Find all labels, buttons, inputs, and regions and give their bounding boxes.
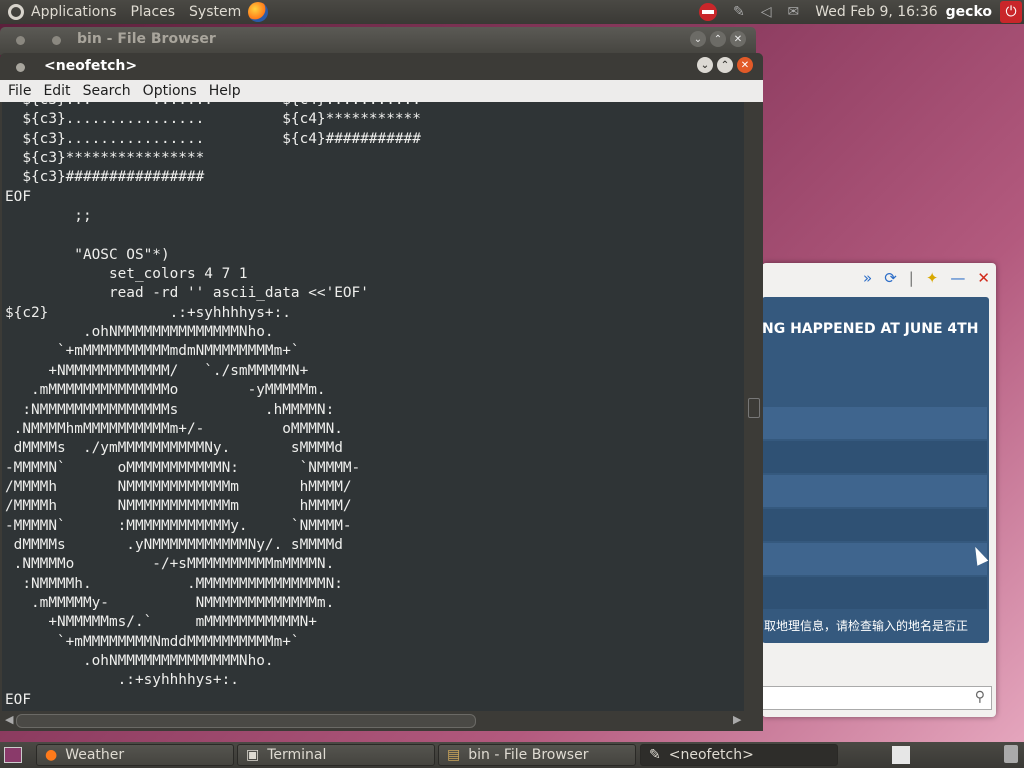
- task-neofetch[interactable]: ✎ <neofetch>: [640, 744, 838, 766]
- weather-content: NG HAPPENED AT JUNE 4TH 取地理信息，请检查输入的地名是否…: [762, 297, 989, 643]
- trash-icon[interactable]: [1004, 745, 1018, 763]
- close-icon[interactable]: ✕: [977, 269, 990, 287]
- more-icon[interactable]: »: [863, 269, 872, 287]
- horizontal-scrollbar[interactable]: ◀ ▶: [2, 711, 744, 730]
- window-menu-icon[interactable]: [16, 63, 25, 72]
- system-tray: ✎ ◁ ✉ Wed Feb 9, 16:36 gecko ⏻: [691, 0, 1024, 24]
- power-icon[interactable]: ⏻: [1000, 1, 1022, 23]
- list-item[interactable]: [762, 577, 987, 609]
- top-panel: Applications Places System ✎ ◁ ✉ Wed Feb…: [0, 0, 1024, 24]
- terminal-window: <neofetch> ⌄ ⌃ ✕ File Edit Search Option…: [0, 53, 763, 731]
- mail-icon[interactable]: ✉: [788, 4, 800, 20]
- menu-places[interactable]: Places: [124, 4, 183, 20]
- weather-message: 取地理信息，请检查输入的地名是否正: [764, 619, 969, 633]
- scroll-left-icon[interactable]: ◀: [5, 713, 13, 726]
- maximize-button[interactable]: ⌃: [710, 31, 726, 47]
- terminal-icon: ▣: [246, 747, 260, 763]
- firefox-launcher-icon[interactable]: [248, 2, 269, 22]
- no-entry-icon[interactable]: [699, 3, 717, 21]
- vertical-scrollbar[interactable]: [745, 102, 762, 711]
- pin-icon[interactable]: ✦: [926, 269, 939, 287]
- menu-help[interactable]: Help: [201, 83, 245, 99]
- task-file-browser[interactable]: ▤ bin - File Browser: [438, 744, 636, 766]
- list-item[interactable]: [762, 407, 987, 439]
- window-menu-icon[interactable]: [52, 36, 61, 45]
- minimize-icon[interactable]: —: [950, 269, 965, 287]
- task-label: bin - File Browser: [468, 747, 589, 763]
- scroll-right-icon[interactable]: ▶: [733, 713, 741, 726]
- weather-window: » ⟳ | ✦ — ✕ NG HAPPENED AT JUNE 4TH 取地理信…: [762, 263, 996, 717]
- file-browser-window: bin - File Browser ⌄ ⌃ ✕: [0, 27, 756, 55]
- scrollbar-thumb[interactable]: [748, 398, 760, 418]
- user-name[interactable]: gecko: [946, 4, 992, 20]
- editor-icon: ✎: [649, 747, 661, 763]
- task-label: Terminal: [267, 747, 327, 763]
- show-desktop-icon[interactable]: [4, 747, 22, 763]
- window-menu-icon[interactable]: [16, 36, 25, 45]
- list-item[interactable]: [762, 475, 987, 507]
- terminal-titlebar[interactable]: <neofetch> ⌄ ⌃ ✕: [0, 53, 763, 80]
- close-button[interactable]: ✕: [730, 31, 746, 47]
- bottom-panel: ● Weather ▣ Terminal ▤ bin - File Browse…: [0, 742, 1024, 768]
- minimize-button[interactable]: ⌄: [697, 57, 713, 73]
- task-label: <neofetch>: [668, 747, 754, 763]
- clock[interactable]: Wed Feb 9, 16:36: [815, 4, 937, 20]
- menu-options[interactable]: Options: [135, 83, 201, 99]
- folder-icon: ▤: [447, 747, 461, 763]
- close-button[interactable]: ✕: [737, 57, 753, 73]
- menu-system[interactable]: System: [182, 4, 248, 20]
- task-label: Weather: [65, 747, 125, 763]
- search-icon[interactable]: ⚲: [975, 689, 985, 705]
- firefox-icon: ●: [45, 747, 58, 763]
- file-browser-title: bin - File Browser: [77, 31, 216, 47]
- volume-icon[interactable]: ◁: [761, 4, 772, 20]
- window-controls: ⌄ ⌃ ✕: [693, 57, 753, 73]
- task-weather[interactable]: ● Weather: [36, 744, 234, 766]
- scrollbar-thumb[interactable]: [16, 714, 476, 728]
- notes-icon[interactable]: [892, 746, 910, 764]
- weather-headline: NG HAPPENED AT JUNE 4TH: [762, 321, 979, 337]
- list-item[interactable]: [762, 509, 987, 541]
- task-terminal[interactable]: ▣ Terminal: [237, 744, 435, 766]
- menu-file[interactable]: File: [0, 83, 35, 99]
- weather-search-input[interactable]: ⚲: [762, 686, 992, 710]
- menu-search[interactable]: Search: [75, 83, 135, 99]
- terminal-title: <neofetch>: [44, 58, 138, 74]
- ubuntu-logo-icon[interactable]: [8, 4, 24, 20]
- window-controls: ⌄ ⌃ ✕: [686, 31, 746, 47]
- list-item[interactable]: [762, 441, 987, 473]
- terminal-output: ${c3}... ....... ${c4}........... ${c3}.…: [5, 102, 421, 708]
- menu-edit[interactable]: Edit: [35, 83, 74, 99]
- terminal-screen[interactable]: ${c3}... ....... ${c4}........... ${c3}.…: [2, 102, 744, 711]
- weather-toolbar: » ⟳ | ✦ — ✕: [762, 263, 996, 293]
- network-icon[interactable]: ✎: [733, 4, 745, 20]
- list-item[interactable]: [762, 543, 987, 575]
- menu-applications[interactable]: Applications: [24, 4, 124, 20]
- separator: |: [908, 269, 914, 287]
- maximize-button[interactable]: ⌃: [717, 57, 733, 73]
- terminal-menubar: File Edit Search Options Help: [0, 80, 763, 102]
- minimize-button[interactable]: ⌄: [690, 31, 706, 47]
- refresh-icon[interactable]: ⟳: [884, 269, 897, 287]
